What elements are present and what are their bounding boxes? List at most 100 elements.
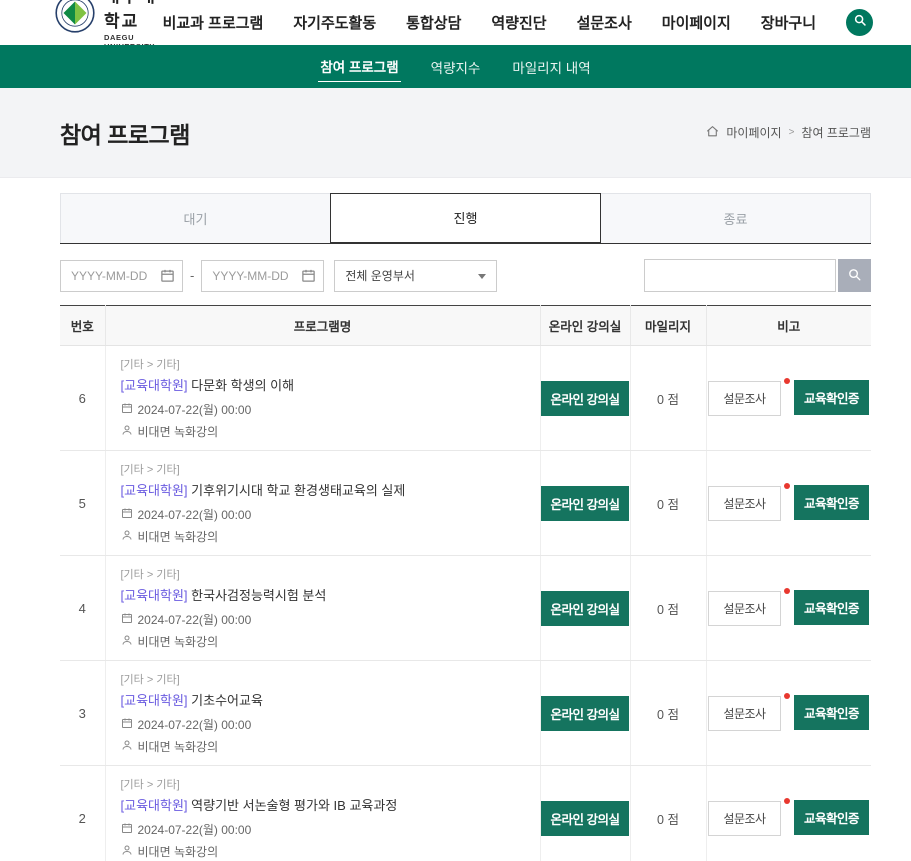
program-title[interactable]: [교육대학원] 기후위기시대 학교 환경생태교육의 실제 [121,480,525,499]
program-category: [기타 > 기타] [121,356,525,372]
subnav-item-participation-programs[interactable]: 참여 프로그램 [318,51,400,82]
status-tabs: 대기 진행 종료 [60,193,871,244]
breadcrumb: 마이페이지 > 참여 프로그램 [706,124,871,141]
calendar-icon [121,822,133,837]
row-number: 6 [60,346,105,451]
tab-ended[interactable]: 종료 [601,193,871,243]
university-emblem-icon [55,0,95,38]
nav-item-extracurricular[interactable]: 비교과 프로그램 [163,12,264,33]
program-org-link[interactable]: [교육대학원] [121,693,188,708]
calendar-icon [121,612,133,627]
alert-dot [784,378,790,384]
survey-button[interactable]: 설문조사 [708,486,780,521]
page-title-strip: 참여 프로그램 마이페이지 > 참여 프로그램 [0,88,911,178]
calendar-icon[interactable] [160,268,175,288]
col-header-program: 프로그램명 [105,306,540,346]
program-title[interactable]: [교육대학원] 역량기반 서논술형 평가와 IB 교육과정 [121,795,525,814]
program-date: 2024-07-22(월) 00:00 [121,716,525,733]
home-icon[interactable] [706,125,719,141]
program-org-link[interactable]: [교육대학원] [121,483,188,498]
logo-name-kr: 대구대학교 [104,0,163,32]
mileage-value: 0 점 [630,556,706,661]
person-icon [121,529,133,544]
alert-dot [784,483,790,489]
program-category: [기타 > 기타] [121,776,525,792]
calendar-icon [121,717,133,732]
header-search-button[interactable] [846,9,873,36]
program-title[interactable]: [교육대학원] 기초수어교육 [121,690,525,709]
program-org-link[interactable]: [교육대학원] [121,378,188,393]
search-icon [853,13,867,32]
tab-in-progress[interactable]: 진행 [330,193,601,243]
program-org-link[interactable]: [교육대학원] [121,588,188,603]
calendar-icon[interactable] [301,268,316,288]
table-row: 2 [기타 > 기타] [교육대학원] 역량기반 서논술형 평가와 IB 교육과… [60,766,871,861]
date-to-box [201,260,324,292]
nav-item-counseling[interactable]: 통합상담 [406,12,461,33]
survey-button[interactable]: 설문조사 [708,696,780,731]
tab-waiting[interactable]: 대기 [60,193,330,243]
col-header-classroom: 온라인 강의실 [540,306,630,346]
nav-item-survey[interactable]: 설문조사 [577,12,632,33]
subnav-item-competency-index[interactable]: 역량지수 [429,52,483,82]
keyword-search-input[interactable] [644,259,836,292]
nav-item-cart[interactable]: 장바구니 [761,12,816,33]
program-title[interactable]: [교육대학원] 한국사검정능력시험 분석 [121,585,525,604]
keyword-search-box [644,259,836,292]
education-certificate-button[interactable]: 교육확인증 [794,590,869,625]
top-navigation: 비교과 프로그램 자기주도활동 통합상담 역량진단 설문조사 마이페이지 장바구… [163,9,873,36]
alert-dot [784,693,790,699]
nav-item-competency[interactable]: 역량진단 [491,12,546,33]
breadcrumb-separator: > [789,127,795,138]
person-icon [121,739,133,754]
program-category: [기타 > 기타] [121,671,525,687]
online-classroom-button[interactable]: 온라인 강의실 [541,591,630,626]
table-row: 3 [기타 > 기타] [교육대학원] 기초수어교육 2024-07-22(월)… [60,661,871,766]
education-certificate-button[interactable]: 교육확인증 [794,695,869,730]
program-table: 번호 프로그램명 온라인 강의실 마일리지 비고 6 [기타 > 기타] [교육… [60,305,871,861]
online-classroom-button[interactable]: 온라인 강의실 [541,801,630,836]
department-select-value: 전체 운영부서 [345,267,415,284]
education-certificate-button[interactable]: 교육확인증 [794,380,869,415]
university-logo[interactable]: 대구대학교 DAEGU UNIVERSITY [55,0,163,45]
survey-button[interactable]: 설문조사 [708,381,780,416]
survey-button[interactable]: 설문조사 [708,801,780,836]
program-category: [기타 > 기타] [121,461,525,477]
logo-name-en: DAEGU UNIVERSITY [104,33,163,45]
alert-dot [784,588,790,594]
program-category: [기타 > 기타] [121,566,525,582]
mileage-value: 0 점 [630,451,706,556]
col-header-mileage: 마일리지 [630,306,706,346]
mileage-value: 0 점 [630,766,706,861]
alert-dot [784,798,790,804]
survey-button[interactable]: 설문조사 [708,591,780,626]
table-header-row: 번호 프로그램명 온라인 강의실 마일리지 비고 [60,306,871,346]
row-number: 4 [60,556,105,661]
education-certificate-button[interactable]: 교육확인증 [794,800,869,835]
mypage-sub-navigation: 참여 프로그램 역량지수 마일리지 내역 [0,45,911,88]
filter-bar: - 전체 운영부서 [60,259,871,292]
program-org-link[interactable]: [교육대학원] [121,798,188,813]
person-icon [121,634,133,649]
department-select[interactable]: 전체 운영부서 [334,260,497,292]
education-certificate-button[interactable]: 교육확인증 [794,485,869,520]
program-method: 비대면 녹화강의 [121,423,525,440]
program-title[interactable]: [교육대학원] 다문화 학생의 이해 [121,375,525,394]
online-classroom-button[interactable]: 온라인 강의실 [541,696,630,731]
online-classroom-button[interactable]: 온라인 강의실 [541,486,630,521]
program-method: 비대면 녹화강의 [121,528,525,545]
breadcrumb-mypage[interactable]: 마이페이지 [726,124,781,141]
program-date: 2024-07-22(월) 00:00 [121,821,525,838]
nav-item-selfdirected[interactable]: 자기주도활동 [293,12,376,33]
row-number: 2 [60,766,105,861]
mileage-value: 0 점 [630,346,706,451]
top-header: 대구대학교 DAEGU UNIVERSITY 비교과 프로그램 자기주도활동 통… [0,0,911,45]
calendar-icon [121,402,133,417]
subnav-item-mileage-history[interactable]: 마일리지 내역 [510,52,592,82]
chevron-down-icon [478,274,486,279]
nav-item-mypage[interactable]: 마이페이지 [662,12,731,33]
person-icon [121,424,133,439]
table-search-button[interactable] [838,259,871,292]
online-classroom-button[interactable]: 온라인 강의실 [541,381,630,416]
col-header-remark: 비고 [706,306,871,346]
